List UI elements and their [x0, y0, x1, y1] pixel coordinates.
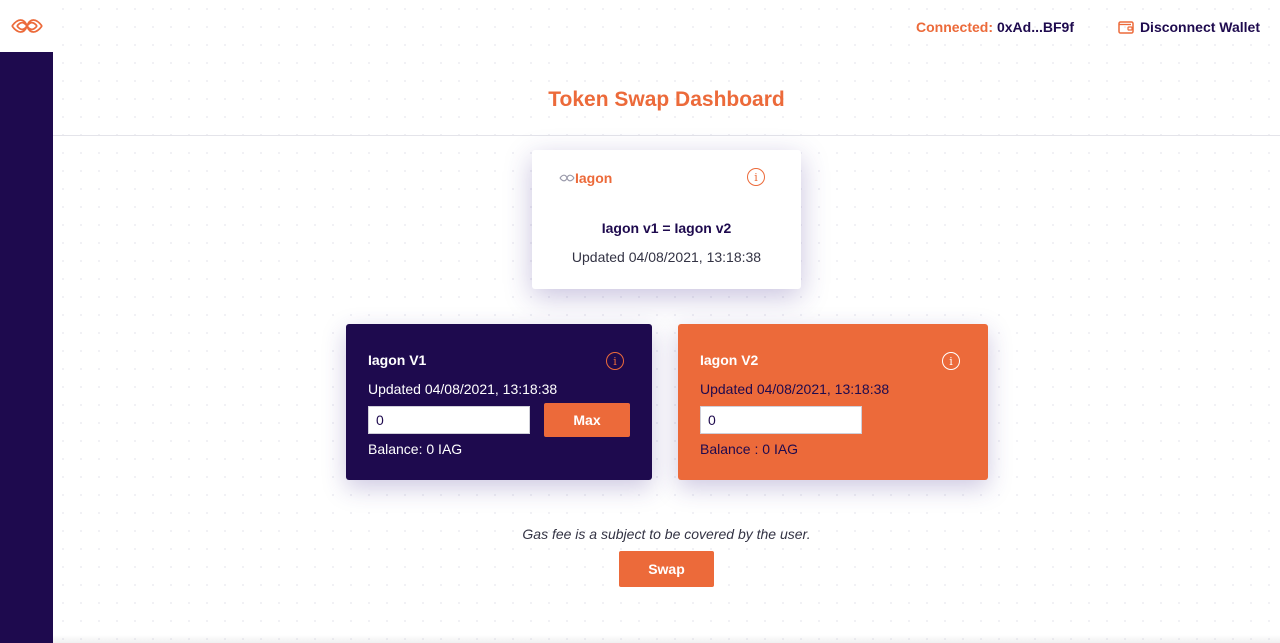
info-icon[interactable]: i: [942, 352, 960, 370]
swap-button[interactable]: Swap: [619, 551, 714, 587]
header-divider: [53, 135, 1280, 136]
token-v1-amount-input[interactable]: [368, 406, 530, 434]
rate-card-brand-name: Iagon: [575, 170, 613, 186]
wallet-icon: [1118, 21, 1134, 34]
rate-updated-time: Updated 04/08/2021, 13:18:38: [571, 249, 762, 265]
max-button[interactable]: Max: [544, 403, 630, 437]
logo-link[interactable]: [0, 0, 53, 52]
page-title: Token Swap Dashboard: [548, 88, 785, 111]
token-v2-amount-input[interactable]: [700, 406, 862, 434]
token-v1-card: Iagon V1 i Updated 04/08/2021, 13:18:38 …: [346, 324, 652, 480]
top-bar: Connected: 0xAd...BF9f Disconnect Wallet: [53, 0, 1280, 54]
bottom-edge: [53, 635, 1280, 643]
iagon-logo-icon: [559, 174, 575, 182]
token-v2-balance: Balance : 0 IAG: [700, 441, 799, 457]
iagon-logo-icon: [10, 19, 43, 33]
token-v2-updated: Updated 04/08/2021, 13:18:38: [700, 381, 890, 397]
sidebar: [0, 0, 53, 643]
token-v2-card: Iagon V2 i Updated 04/08/2021, 13:18:38 …: [678, 324, 988, 480]
token-v1-updated: Updated 04/08/2021, 13:18:38: [368, 381, 558, 397]
token-v2-title: Iagon V2: [700, 352, 759, 368]
disconnect-wallet-button[interactable]: Disconnect Wallet: [1118, 19, 1260, 35]
connected-label: Connected:: [915, 19, 993, 35]
gas-fee-note: Gas fee is a subject to be covered by th…: [522, 526, 811, 542]
main-content: Connected: 0xAd...BF9f Disconnect Wallet …: [53, 0, 1280, 643]
disconnect-wallet-label: Disconnect Wallet: [1139, 19, 1260, 35]
token-v1-title: Iagon V1: [368, 352, 427, 368]
token-v1-balance: Balance: 0 IAG: [368, 441, 463, 457]
exchange-rate-text: Iagon v1 = Iagon v2: [601, 220, 732, 236]
info-icon[interactable]: i: [606, 352, 624, 370]
wallet-address: 0xAd...BF9f: [996, 19, 1074, 35]
rate-card-brand: Iagon: [559, 170, 612, 186]
exchange-rate-card: Iagon i Iagon v1 = Iagon v2 Updated 04/0…: [532, 150, 801, 289]
info-icon[interactable]: i: [747, 168, 765, 186]
connection-status: Connected: 0xAd...BF9f: [916, 19, 1074, 35]
